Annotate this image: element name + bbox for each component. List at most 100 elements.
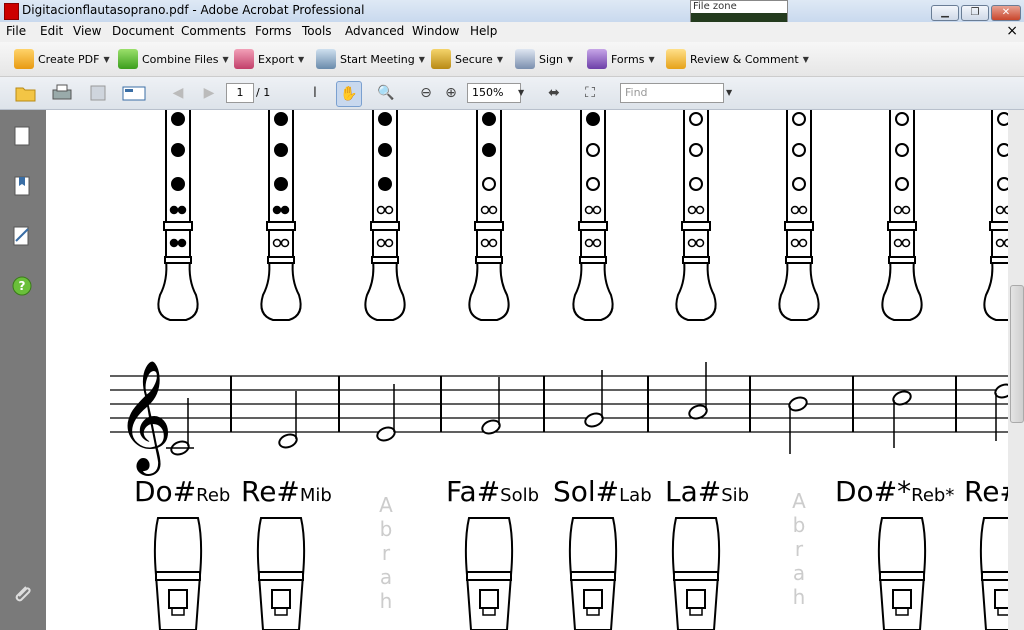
- recorder-head: [979, 517, 1008, 630]
- secure-button[interactable]: Secure ▼: [431, 48, 503, 70]
- close-window-button[interactable]: ✕: [991, 5, 1021, 21]
- forms-button[interactable]: Forms ▼: [587, 48, 655, 70]
- open-icon[interactable]: [14, 81, 38, 105]
- finger-hole: [482, 177, 496, 191]
- export-button[interactable]: Export ▼: [234, 48, 304, 70]
- help-icon[interactable]: ?: [10, 274, 34, 298]
- bookmarks-icon[interactable]: [10, 174, 34, 198]
- recorder-head: [464, 517, 514, 630]
- double-hole: [893, 238, 903, 248]
- menu-forms[interactable]: Forms: [255, 24, 291, 38]
- find-dropdown-icon[interactable]: ▼: [726, 88, 732, 97]
- minimize-button[interactable]: ▁: [931, 5, 959, 21]
- close-document-icon[interactable]: ×: [1006, 23, 1018, 39]
- watermark-letter: h: [793, 585, 806, 609]
- double-hole: [480, 205, 490, 215]
- double-hole: [272, 205, 282, 215]
- double-hole: [995, 205, 1005, 215]
- zoom-level-select[interactable]: 150%: [467, 83, 521, 103]
- fit-width-icon[interactable]: ⬌: [542, 81, 566, 105]
- signatures-icon[interactable]: [10, 224, 34, 248]
- combine-files-icon: [118, 49, 138, 69]
- export-icon: [234, 49, 254, 69]
- maximize-button[interactable]: ❐: [961, 5, 989, 21]
- previous-page-icon[interactable]: ◀: [166, 81, 190, 105]
- note-name-label: La#Sib: [665, 475, 749, 508]
- acrobat-app-icon: [4, 3, 19, 20]
- hand-tool-icon[interactable]: ✋: [336, 81, 362, 107]
- start-meeting-button[interactable]: Start Meeting ▼: [316, 48, 425, 70]
- menu-window[interactable]: Window: [412, 24, 459, 38]
- review-comment-button[interactable]: Review & Comment ▼: [666, 48, 809, 70]
- vertical-scrollbar[interactable]: [1008, 110, 1024, 630]
- finger-hole: [792, 112, 806, 126]
- double-hole: [376, 238, 386, 248]
- document-page: 𝄞 Do#Reb Re#Mib Fa#Solb Sol#Lab La#Sib Do#*Re…: [46, 110, 1008, 630]
- finger-hole: [689, 112, 703, 126]
- double-hole: [790, 238, 800, 248]
- finger-hole: [689, 143, 703, 157]
- email-icon[interactable]: [122, 81, 146, 105]
- finger-hole: [997, 177, 1008, 191]
- recorder-figure: [778, 110, 820, 321]
- window-title: Digitacionflautasoprano.pdf - Adobe Acro…: [22, 3, 365, 17]
- watermark-letter: a: [380, 565, 392, 589]
- start-meeting-label: Start Meeting: [340, 52, 415, 66]
- zoom-out-icon[interactable]: ⊖: [414, 81, 438, 105]
- next-page-icon[interactable]: ▶: [197, 81, 221, 105]
- save-icon[interactable]: [86, 81, 110, 105]
- attachments-icon[interactable]: [10, 582, 34, 606]
- marquee-zoom-icon[interactable]: 🔍: [374, 81, 398, 105]
- sign-label: Sign: [539, 52, 563, 66]
- menu-help[interactable]: Help: [470, 24, 497, 38]
- double-hole: [592, 205, 602, 215]
- menu-view[interactable]: View: [73, 24, 101, 38]
- pages-icon[interactable]: [10, 124, 34, 148]
- double-hole: [280, 238, 290, 248]
- finger-hole: [689, 177, 703, 191]
- menu-comments[interactable]: Comments: [181, 24, 246, 38]
- double-hole: [480, 238, 490, 248]
- zoom-in-icon[interactable]: ⊕: [439, 81, 463, 105]
- watermark-letter: r: [382, 541, 391, 565]
- combine-files-button[interactable]: Combine Files ▼: [118, 48, 229, 70]
- title-bar: Digitacionflautasoprano.pdf - Adobe Acro…: [0, 0, 1024, 22]
- double-hole: [584, 205, 594, 215]
- double-hole: [901, 205, 911, 215]
- double-hole: [584, 238, 594, 248]
- menu-advanced[interactable]: Advanced: [345, 24, 404, 38]
- create-pdf-icon: [14, 49, 34, 69]
- menu-bar: File Edit View Document Comments Forms T…: [0, 22, 1024, 42]
- find-input[interactable]: Find: [620, 83, 724, 103]
- menu-file[interactable]: File: [6, 24, 26, 38]
- print-icon[interactable]: [50, 81, 74, 105]
- note-name-label: Re#Mib: [241, 475, 332, 508]
- finger-hole: [895, 112, 909, 126]
- menu-tools[interactable]: Tools: [302, 24, 332, 38]
- fingering-chart: 𝄞 Do#Reb Re#Mib Fa#Solb Sol#Lab La#Sib Do#*Re…: [110, 110, 1008, 630]
- pen-icon: [515, 49, 535, 69]
- menu-edit[interactable]: Edit: [40, 24, 63, 38]
- watermark-letter: a: [793, 561, 805, 585]
- fit-page-icon[interactable]: ⛶: [578, 81, 602, 105]
- double-hole: [687, 205, 697, 215]
- zoom-dropdown-icon[interactable]: ▼: [518, 88, 524, 97]
- double-hole: [488, 238, 498, 248]
- page-total: / 1: [256, 86, 271, 99]
- menu-document[interactable]: Document: [112, 24, 174, 38]
- double-hole: [177, 238, 187, 248]
- page-number-input[interactable]: 1: [226, 83, 254, 103]
- treble-clef: 𝄞: [116, 359, 173, 476]
- double-hole: [687, 238, 697, 248]
- finger-hole: [997, 143, 1008, 157]
- double-hole: [272, 238, 282, 248]
- double-hole: [488, 205, 498, 215]
- create-pdf-button[interactable]: Create PDF ▼: [14, 48, 110, 70]
- double-hole: [592, 238, 602, 248]
- finger-hole: [586, 143, 600, 157]
- scrollbar-thumb[interactable]: [1010, 285, 1024, 423]
- finger-hole: [895, 143, 909, 157]
- sign-button[interactable]: Sign ▼: [515, 48, 573, 70]
- lock-icon: [431, 49, 451, 69]
- select-text-icon[interactable]: I: [303, 81, 327, 105]
